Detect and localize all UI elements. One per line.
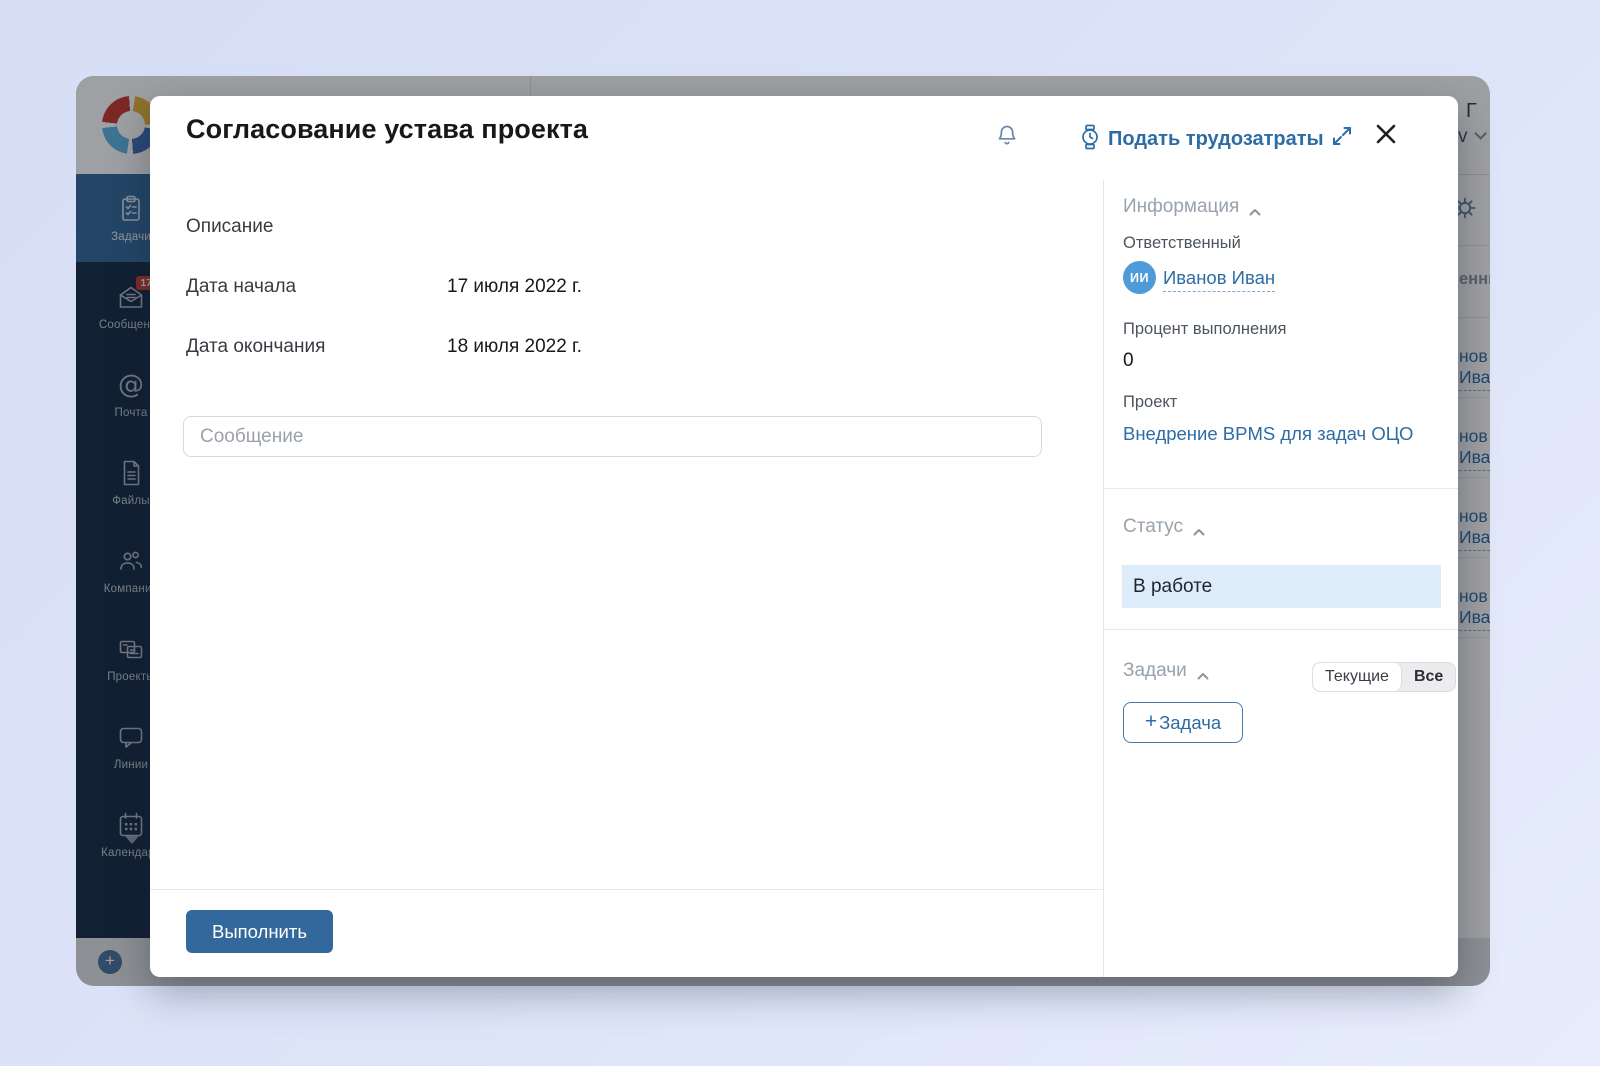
expand-icon[interactable]: [1330, 124, 1354, 153]
status-section-header[interactable]: Статус: [1123, 516, 1205, 538]
chevron-up-icon: [1249, 203, 1261, 211]
responsible-label: Ответственный: [1123, 234, 1241, 253]
end-date-label: Дата окончания: [186, 336, 325, 358]
submit-worklog-label: Подать трудозатраты: [1108, 128, 1324, 151]
submit-worklog-button[interactable]: Подать трудозатраты: [1080, 124, 1324, 155]
progress-label: Процент выполнения: [1123, 320, 1286, 339]
section-divider: [1103, 629, 1458, 630]
plus-icon: +: [1145, 710, 1157, 734]
tasks-filter-toggle: Текущие Все: [1312, 662, 1456, 692]
project-label: Проект: [1123, 393, 1177, 412]
chevron-up-icon: [1193, 523, 1205, 531]
info-section-header[interactable]: Информация: [1123, 196, 1261, 218]
message-input[interactable]: [183, 416, 1042, 457]
description-label: Описание: [186, 216, 273, 238]
add-task-button[interactable]: + Задача: [1123, 702, 1243, 743]
filter-all-tab[interactable]: Все: [1402, 663, 1455, 691]
start-date-label: Дата начала: [186, 276, 296, 298]
modal-title: Согласование устава проекта: [186, 114, 588, 145]
tasks-section-header[interactable]: Задачи: [1123, 660, 1209, 682]
end-date-value: 18 июля 2022 г.: [447, 336, 582, 358]
footer-divider: [150, 889, 1103, 890]
status-value[interactable]: В работе: [1122, 565, 1441, 608]
bell-icon[interactable]: [996, 124, 1018, 153]
filter-current-tab[interactable]: Текущие: [1313, 663, 1402, 691]
task-modal: Согласование устава проекта Подать трудо…: [150, 96, 1458, 977]
info-section-title: Информация: [1123, 196, 1239, 218]
watch-icon: [1080, 124, 1100, 155]
tasks-section-title: Задачи: [1123, 660, 1187, 682]
responsible-link[interactable]: Иванов Иван: [1163, 267, 1275, 292]
close-icon[interactable]: [1374, 122, 1398, 151]
section-divider: [1103, 488, 1458, 489]
status-section-title: Статус: [1123, 516, 1183, 538]
avatar: ИИ: [1123, 261, 1156, 294]
add-task-label: Задача: [1159, 712, 1221, 734]
panel-divider: [1103, 180, 1104, 977]
project-link[interactable]: Внедрение BPMS для задач ОЦО: [1123, 423, 1413, 445]
start-date-value: 17 июля 2022 г.: [447, 276, 582, 298]
submit-button[interactable]: Выполнить: [186, 910, 333, 953]
progress-value: 0: [1123, 350, 1134, 372]
chevron-up-icon: [1197, 667, 1209, 675]
